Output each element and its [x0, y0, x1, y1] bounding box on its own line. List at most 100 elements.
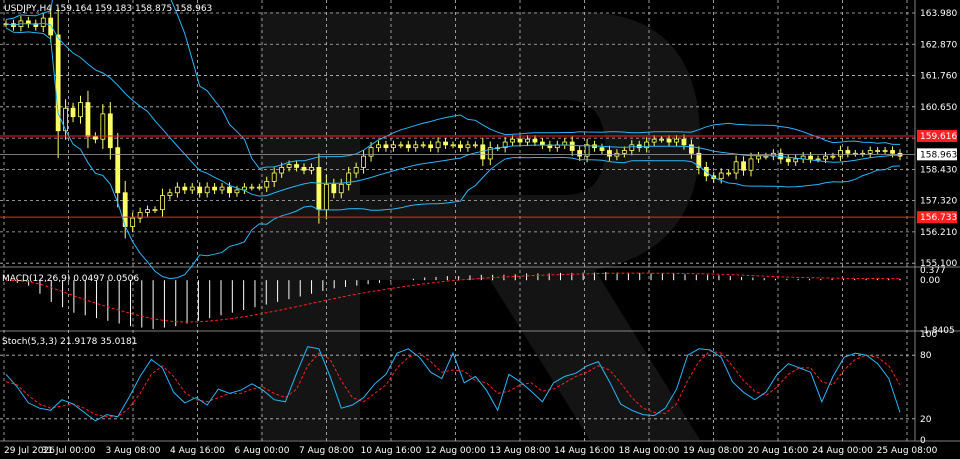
candle-body [823, 155, 828, 160]
stoch-header: Stoch(5,3,3) 21.9178 35.0181 [2, 337, 137, 347]
main-header: USDJPY,H4 159.164 159.183 158.875 158.96… [4, 4, 212, 14]
candle-body [629, 144, 635, 151]
candle-body [428, 144, 434, 149]
candle-body [294, 164, 299, 168]
candle-body [323, 183, 329, 211]
candle-body [756, 155, 761, 160]
macd-tick-label: 0.00 [920, 276, 940, 286]
macd-tick-label: 0.377 [920, 266, 946, 276]
watermark-logo [260, 12, 700, 440]
candle-body [353, 166, 359, 174]
candle-body [443, 141, 448, 146]
candle-body [420, 144, 426, 147]
candle-body [376, 144, 381, 149]
candle-body [569, 141, 575, 151]
x-tick-label: 13 Aug 08:00 [490, 446, 551, 456]
y-tick-label: 157.320 [920, 197, 957, 207]
candle-body [815, 158, 821, 161]
candle-body [748, 158, 754, 171]
candle-body [383, 144, 389, 149]
stoch-tick-label: 100 [920, 330, 937, 340]
stoch-tick-label: 0 [920, 436, 926, 446]
y-tick-label: 161.760 [920, 72, 957, 82]
candle-body [197, 186, 203, 194]
candle-body [174, 186, 180, 194]
candle-body [890, 150, 895, 154]
candle-body [562, 141, 568, 146]
candle-body [189, 186, 195, 191]
macd-header: MACD(12,26,9) 0.0497 0.0506 [2, 274, 139, 284]
y-tick-label: 156.210 [920, 228, 957, 238]
candle-body [85, 102, 91, 137]
candle-body [264, 181, 270, 188]
candle-body [599, 147, 605, 151]
candle-body [540, 141, 545, 146]
candle-body [510, 138, 516, 143]
x-tick-label: 31 Jul 00:00 [42, 446, 96, 456]
x-tick-label: 10 Aug 16:00 [361, 446, 422, 456]
stoch-signal-line [5, 350, 901, 418]
candle-body [338, 183, 344, 194]
candle-body [279, 166, 285, 174]
candle-body [167, 192, 173, 196]
candle-body [212, 186, 218, 191]
candle-body [40, 17, 46, 27]
candle-body [271, 172, 277, 182]
candle-body [249, 186, 255, 189]
trading-chart[interactable]: 163.980162.870161.760160.650159.540158.4… [0, 0, 960, 459]
candle-body [726, 172, 732, 175]
candle-body [465, 144, 471, 149]
stoch-tick-label: 80 [920, 351, 932, 361]
candle-body [398, 144, 404, 147]
candle-body [70, 107, 76, 118]
x-tick-label: 4 Aug 16:00 [170, 446, 225, 456]
x-tick-label: 3 Aug 08:00 [106, 446, 161, 456]
candle-body [405, 144, 411, 149]
y-tick-label: 163.980 [920, 9, 957, 19]
x-tick-label: 18 Aug 00:00 [619, 446, 680, 456]
candle-body [130, 217, 136, 227]
candle-body [532, 138, 538, 143]
candle-body [219, 186, 225, 191]
candle-body [525, 138, 530, 143]
candle-body [78, 102, 83, 118]
candle-body [607, 150, 612, 157]
candle-body [435, 141, 441, 149]
candle-body [361, 155, 367, 168]
candle-body [808, 155, 813, 160]
candle-body [875, 150, 881, 152]
candle-body [659, 138, 664, 141]
candle-body [301, 166, 307, 171]
candle-body [145, 209, 150, 213]
candle-body [785, 158, 791, 163]
y-tick-label: 162.870 [920, 40, 957, 50]
candle-body [450, 144, 456, 147]
candle-body [204, 186, 210, 194]
candle-body [674, 138, 679, 143]
candle-body [413, 144, 419, 149]
candle-body [234, 189, 240, 194]
candle-body [458, 144, 463, 149]
x-tick-label: 7 Aug 08:00 [299, 446, 354, 456]
candle-body [689, 144, 694, 154]
level-label: 156.733 [920, 213, 957, 223]
candle-body [182, 186, 188, 191]
candle-body [517, 138, 523, 143]
candle-body [472, 144, 478, 147]
candle-body [621, 150, 627, 154]
candle-body [107, 113, 113, 149]
candle-body [838, 150, 843, 157]
x-tick-label: 24 Aug 00:00 [812, 446, 873, 456]
y-tick-label: 160.650 [920, 103, 957, 113]
candle-body [882, 150, 888, 152]
macd-panel[interactable] [5, 272, 901, 329]
x-tick-label: 6 Aug 00:00 [235, 446, 290, 456]
candle-body [227, 186, 232, 194]
candle-body [368, 147, 374, 157]
candle-body [331, 183, 337, 194]
macd-signal-line [5, 272, 901, 323]
candle-body [241, 186, 247, 191]
level-label: 159.616 [920, 132, 957, 142]
candle-body [390, 144, 396, 149]
candle-body [309, 166, 314, 171]
